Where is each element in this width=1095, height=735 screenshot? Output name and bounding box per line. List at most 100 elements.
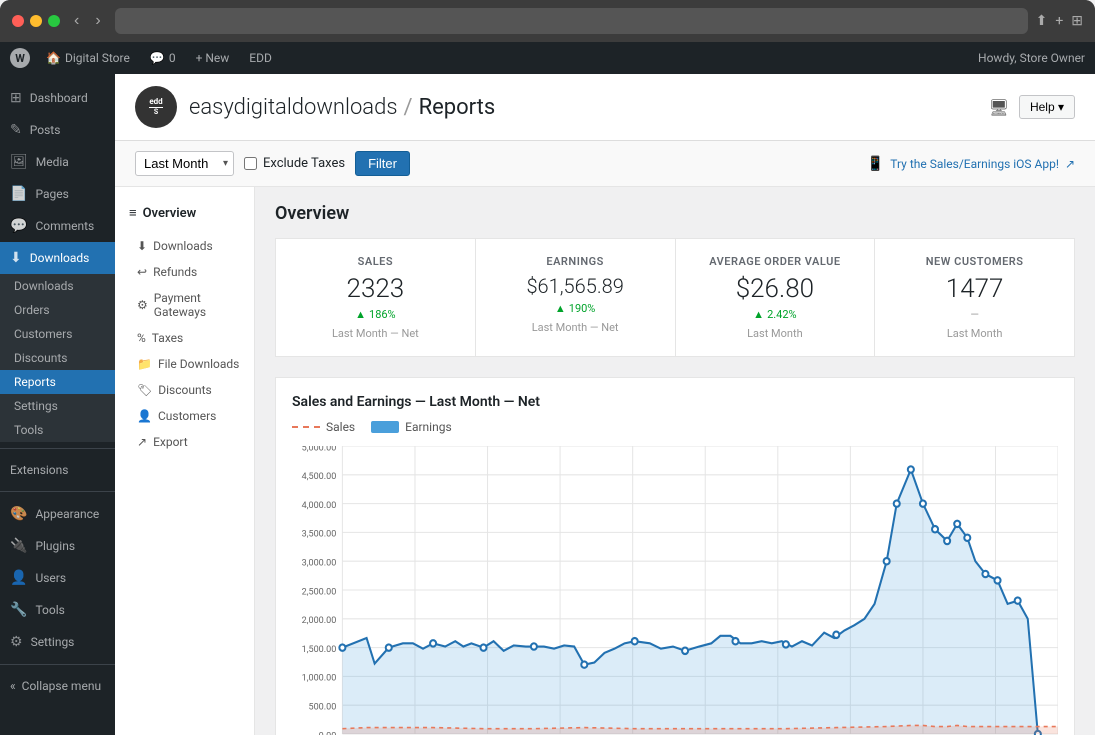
sidebar-item-settings[interactable]: ⚙ Settings [0,626,115,658]
reports-nav-taxes[interactable]: % Taxes [115,325,254,351]
overview-nav-label: Overview [143,206,197,221]
sales-change: ▲ 186% [292,308,459,321]
maximize-dot[interactable] [48,15,60,27]
earnings-arrow: ▲ [555,302,566,315]
grid-icon[interactable]: ⊞ [1071,13,1083,29]
subitem-settings-label: Settings [14,399,58,413]
url-bar[interactable] [115,8,1028,34]
sidebar-subitem-orders[interactable]: Orders [0,298,115,322]
sidebar-label-users: Users [35,571,66,585]
edd-logo-s: S [149,107,162,117]
ios-app-link[interactable]: 📱 Try the Sales/Earnings iOS App! ↗ [867,156,1075,172]
aov-footer: Last Month [692,327,859,340]
subitem-reports-label: Reports [14,375,56,389]
svg-text:4,000.00: 4,000.00 [302,500,337,511]
close-dot[interactable] [12,15,24,27]
media-icon: 🖼 [10,154,28,170]
sidebar-label-extensions: Extensions [10,463,68,477]
period-select[interactable]: Last Month This Month Last Year [135,151,234,176]
nav-discounts-label: Discounts [158,383,211,397]
nav-taxes-label: Taxes [152,331,183,345]
sidebar-item-users[interactable]: 👤 Users [0,562,115,594]
sidebar-item-plugins[interactable]: 🔌 Plugins [0,530,115,562]
collapse-menu-button[interactable]: « Collapse menu [0,671,115,701]
earnings-point [581,661,587,667]
svg-text:0.00: 0.00 [319,730,337,735]
sidebar-label-posts: Posts [30,123,61,137]
collapse-icon: « [10,679,16,693]
nav-payment-icon: ⚙ [137,298,148,312]
reports-nav-downloads[interactable]: ⬇ Downloads [115,233,254,259]
sidebar-item-pages[interactable]: 📄 Pages [0,178,115,210]
page-header-actions: 🖥 Help ▾ [989,95,1075,119]
sidebar-divider-2 [0,491,115,492]
sidebar-label-plugins: Plugins [35,539,75,553]
nav-downloads-icon: ⬇ [137,239,147,253]
browser-toolbar: ‹ › ⬆ + ⊞ [0,0,1095,42]
share-icon[interactable]: ⬆ [1036,13,1048,29]
nav-export-label: Export [153,435,188,449]
overview-nav-header[interactable]: ≡ Overview [115,197,254,229]
edd-logo: edd S [135,86,177,128]
reports-nav-discounts[interactable]: 🏷 Discounts [115,377,254,403]
phone-icon: 📱 [867,156,884,172]
new-label: + New [196,51,230,65]
site-name[interactable]: 🏠 Digital Store [42,51,134,65]
reports-nav-customers[interactable]: 👤 Customers [115,403,254,429]
wp-logo[interactable]: W [10,48,30,68]
exclude-taxes-label: Exclude Taxes [244,156,345,171]
browser-actions: ⬆ + ⊞ [1036,13,1083,29]
sidebar-item-appearance[interactable]: 🎨 Appearance [0,498,115,530]
sidebar-label-dashboard: Dashboard [30,91,88,105]
reports-nav-payment-gateways[interactable]: ⚙ Payment Gateways [115,285,254,325]
sidebar-item-posts[interactable]: ✎ Posts [0,114,115,146]
filter-button[interactable]: Filter [355,151,410,176]
earnings-point [954,521,960,527]
back-button[interactable]: ‹ [68,10,85,32]
earnings-point [884,558,890,564]
legend-sales-label: Sales [326,420,355,434]
brand-name: easydigitaldownloads [189,95,397,120]
edd-toolbar-item[interactable]: EDD [245,51,276,65]
sidebar-subitem-tools[interactable]: Tools [0,418,115,442]
comments-item[interactable]: 💬 0 [146,51,180,65]
downloads-icon: ⬇ [10,250,22,266]
help-button[interactable]: Help ▾ [1019,95,1075,119]
sidebar-subitem-settings[interactable]: Settings [0,394,115,418]
new-content-button[interactable]: + New [192,51,234,65]
exclude-taxes-checkbox[interactable] [244,157,257,170]
aov-pct: 2.42% [767,308,797,321]
reports-nav-export[interactable]: ↗ Export [115,429,254,455]
earnings-point [944,538,950,544]
sidebar-menu: ⊞ Dashboard ✎ Posts 🖼 Media 📄 Pages 💬 [0,74,115,701]
earnings-point [480,644,486,650]
chart-container: 5,000.00 4,500.00 4,000.00 3,500.00 3,00… [292,446,1058,735]
exclude-taxes-text: Exclude Taxes [263,156,345,171]
sidebar-divider [0,448,115,449]
page-header: edd S easydigitaldownloads / Reports 🖥 H… [115,74,1095,141]
sales-footer: Last Month — Net [292,327,459,340]
new-tab-icon[interactable]: + [1055,13,1063,29]
minimize-dot[interactable] [30,15,42,27]
nav-export-icon: ↗ [137,435,147,449]
sidebar-item-tools[interactable]: 🔧 Tools [0,594,115,626]
svg-text:2,000.00: 2,000.00 [302,615,337,626]
sidebar-subitem-discounts[interactable]: Discounts [0,346,115,370]
sidebar-item-extensions[interactable]: Extensions [0,455,115,485]
sidebar-subitem-reports[interactable]: Reports [0,370,115,394]
sidebar-subitem-downloads[interactable]: Downloads [0,274,115,298]
sidebar-label-comments: Comments [35,219,94,233]
sidebar-item-downloads[interactable]: ⬇ Downloads [0,242,115,274]
sidebar-item-dashboard[interactable]: ⊞ Dashboard [0,82,115,114]
sidebar-item-media[interactable]: 🖼 Media [0,146,115,178]
svg-text:2,500.00: 2,500.00 [302,586,337,597]
reports-nav-file-downloads[interactable]: 📁 File Downloads [115,351,254,377]
earnings-point [732,638,738,644]
plugins-icon: 🔌 [10,538,27,554]
earnings-point [1015,597,1021,603]
earnings-point [386,644,392,650]
forward-button[interactable]: › [89,10,106,32]
sidebar-item-comments[interactable]: 💬 Comments [0,210,115,242]
sidebar-subitem-customers[interactable]: Customers [0,322,115,346]
reports-nav-refunds[interactable]: ↩ Refunds [115,259,254,285]
